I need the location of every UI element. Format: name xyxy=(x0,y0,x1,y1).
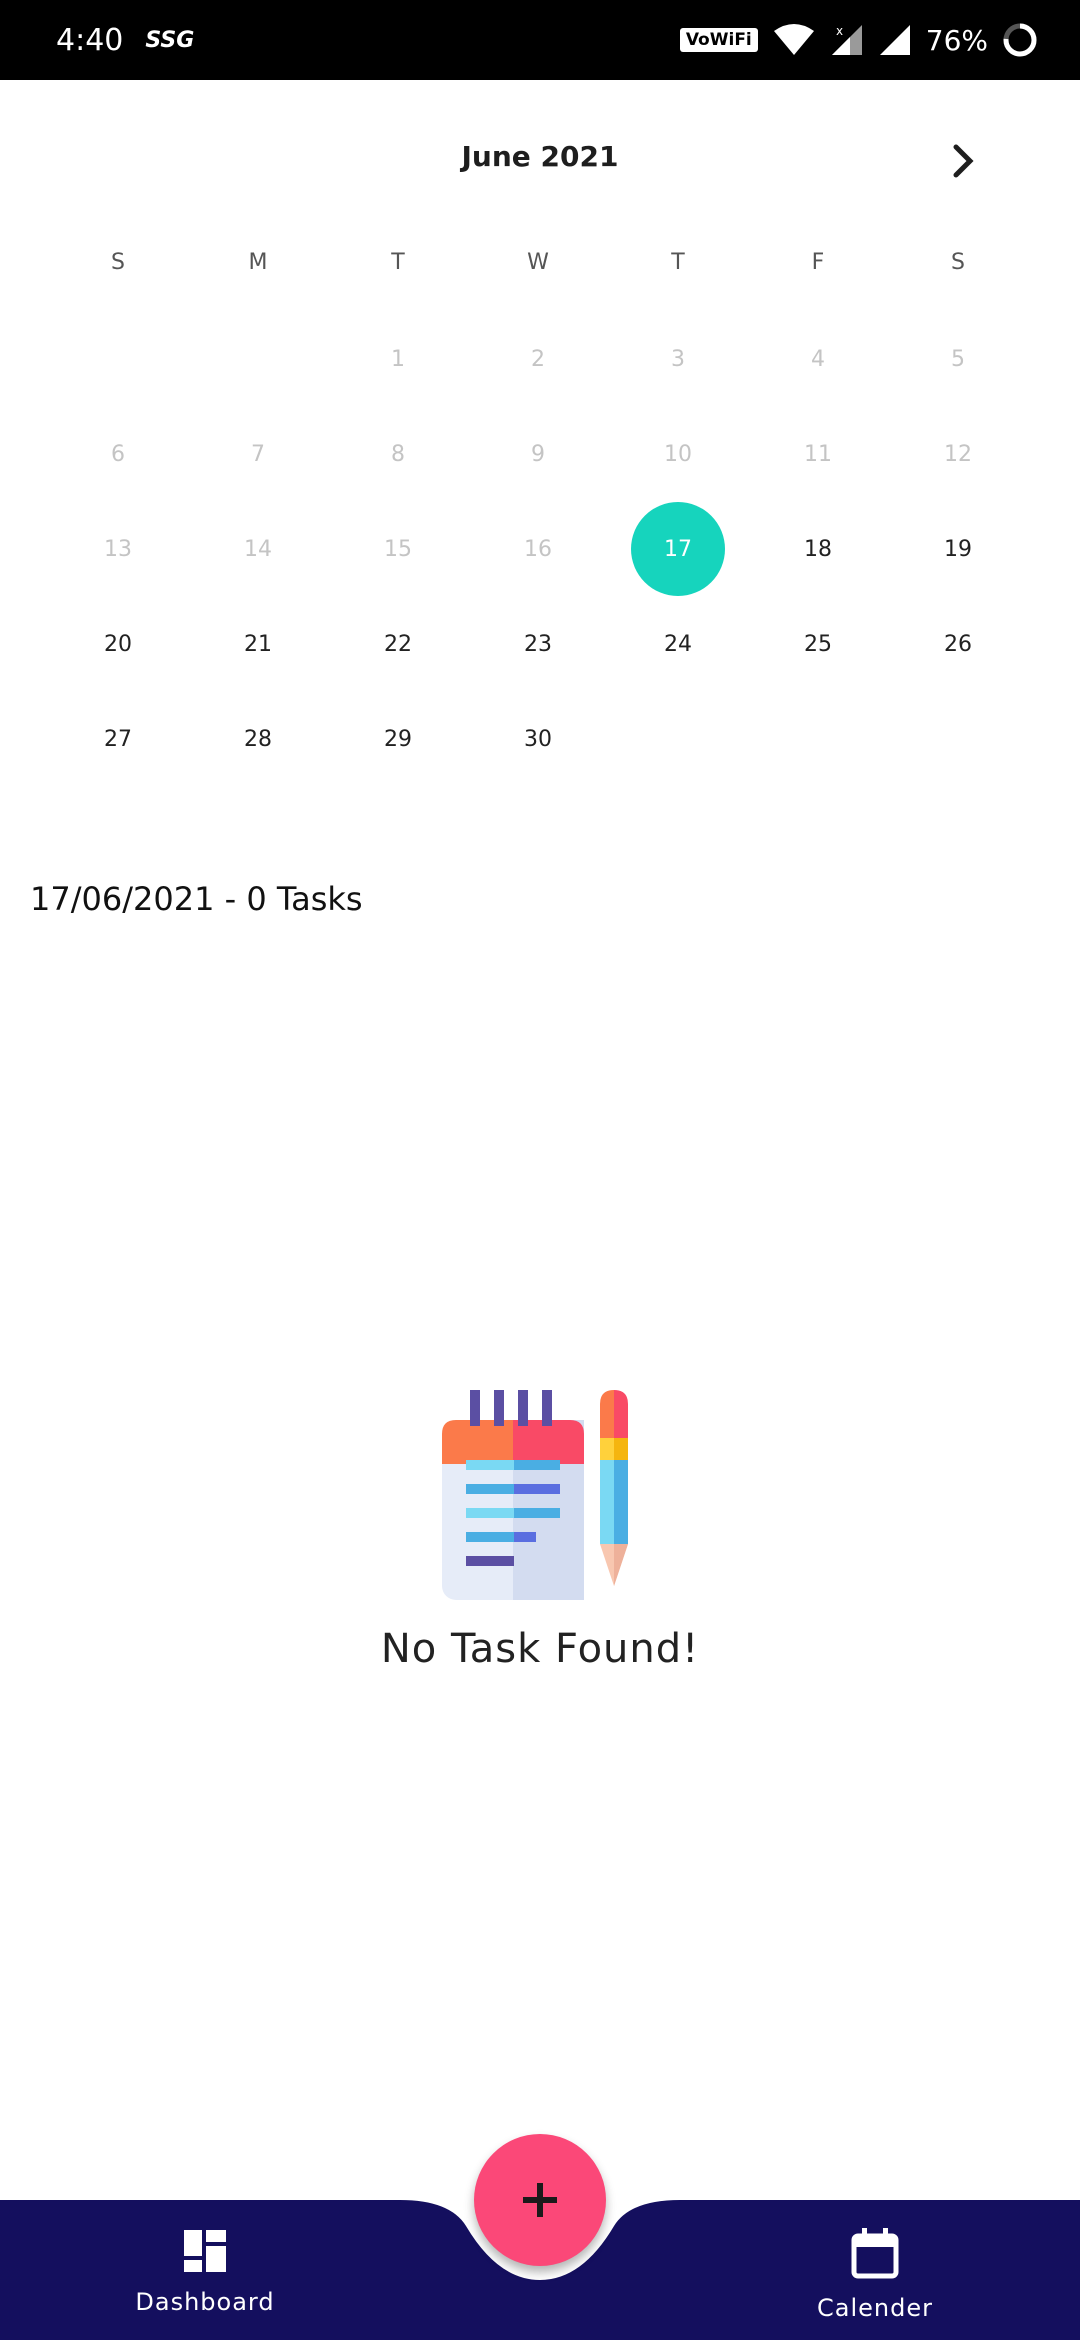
day-number: 5 xyxy=(951,347,965,372)
carrier-label: SSG xyxy=(145,27,195,53)
day-number: 29 xyxy=(384,727,412,752)
day-number: 27 xyxy=(104,727,132,752)
calendar-day[interactable]: 8 xyxy=(328,407,468,502)
nav-label-dashboard: Dashboard xyxy=(135,2288,275,2316)
weekday-label: W xyxy=(527,250,549,275)
day-number: 18 xyxy=(804,537,832,562)
calendar-day[interactable]: 10 xyxy=(608,407,748,502)
calendar-header: June 2021 xyxy=(0,80,1080,240)
dashboard-icon xyxy=(184,2230,226,2272)
weekday-label: F xyxy=(811,250,825,275)
task-summary: 17/06/2021 - 0 Tasks xyxy=(30,880,363,918)
calendar-day[interactable]: 12 xyxy=(888,407,1028,502)
calendar-day[interactable]: 3 xyxy=(608,312,748,407)
day-number: 8 xyxy=(391,442,405,467)
weekday-label: S xyxy=(111,250,125,275)
day-number: 26 xyxy=(944,632,972,657)
day-number: 12 xyxy=(944,442,972,467)
day-number: 9 xyxy=(531,442,545,467)
calendar-day[interactable]: 22 xyxy=(328,597,468,692)
app-screen: 4:40 SSG VoWiFi x 76% June 2021 S M T W … xyxy=(0,0,1080,2340)
calendar-day[interactable]: 1 xyxy=(328,312,468,407)
calendar-day[interactable]: 18 xyxy=(748,502,888,597)
day-number: 7 xyxy=(251,442,265,467)
day-number: 19 xyxy=(944,537,972,562)
day-number: 13 xyxy=(104,537,132,562)
calendar-day-selected[interactable]: 17 xyxy=(608,502,748,597)
battery-percent: 76% xyxy=(925,23,988,57)
nav-item-dashboard[interactable]: Dashboard xyxy=(75,2228,335,2338)
vowifi-badge: VoWiFi xyxy=(679,28,758,52)
month-title: June 2021 xyxy=(461,140,619,173)
calendar-day[interactable]: 11 xyxy=(748,407,888,502)
calendar-day[interactable]: 27 xyxy=(48,692,188,787)
wifi-icon xyxy=(773,24,814,55)
day-number: 22 xyxy=(384,632,412,657)
calendar-day[interactable]: 5 xyxy=(888,312,1028,407)
next-month-button[interactable] xyxy=(938,136,988,186)
calendar-day[interactable]: 9 xyxy=(468,407,608,502)
calendar-day[interactable]: 2 xyxy=(468,312,608,407)
svg-text:x: x xyxy=(836,24,843,38)
day-number: 30 xyxy=(524,727,552,752)
notepad-pencil-icon xyxy=(442,1390,628,1600)
calendar-day[interactable]: 26 xyxy=(888,597,1028,692)
nav-item-calendar[interactable]: Calender xyxy=(745,2228,1005,2338)
day-number: 15 xyxy=(384,537,412,562)
add-task-button[interactable] xyxy=(474,2134,606,2266)
day-number: 3 xyxy=(671,347,685,372)
calendar-day[interactable]: 14 xyxy=(188,502,328,597)
weekday-label: M xyxy=(248,250,268,275)
day-number: 17 xyxy=(664,537,692,562)
day-number: 23 xyxy=(524,632,552,657)
calendar-day[interactable]: 23 xyxy=(468,597,608,692)
calendar-day[interactable]: 4 xyxy=(748,312,888,407)
calendar-day[interactable]: 29 xyxy=(328,692,468,787)
battery-ring-icon xyxy=(1003,23,1037,57)
day-number: 4 xyxy=(811,347,825,372)
day-number: 25 xyxy=(804,632,832,657)
plus-icon xyxy=(523,2183,557,2217)
day-number: 20 xyxy=(104,632,132,657)
calendar-day[interactable]: 28 xyxy=(188,692,328,787)
nav-label-calendar: Calender xyxy=(817,2294,933,2322)
empty-state-message: No Task Found! xyxy=(380,1626,700,1672)
weekday-label: T xyxy=(671,250,685,275)
calendar-day[interactable]: 25 xyxy=(748,597,888,692)
day-number: 16 xyxy=(524,537,552,562)
calendar-icon xyxy=(851,2228,899,2279)
day-number: 21 xyxy=(244,632,272,657)
day-number: 2 xyxy=(531,347,545,372)
calendar-day[interactable]: 24 xyxy=(608,597,748,692)
day-number: 10 xyxy=(664,442,692,467)
calendar-day[interactable]: 7 xyxy=(188,407,328,502)
signal-icon: x xyxy=(831,24,862,55)
calendar-day[interactable]: 20 xyxy=(48,597,188,692)
calendar-day[interactable]: 16 xyxy=(468,502,608,597)
calendar-day[interactable]: 15 xyxy=(328,502,468,597)
day-number: 1 xyxy=(391,347,405,372)
day-number: 24 xyxy=(664,632,692,657)
calendar-day[interactable]: 13 xyxy=(48,502,188,597)
calendar-day[interactable]: 19 xyxy=(888,502,1028,597)
signal-icon-2 xyxy=(879,25,910,55)
weekday-row: S M T W T F S xyxy=(0,250,1080,290)
status-time: 4:40 xyxy=(56,22,124,58)
calendar-day[interactable]: 30 xyxy=(468,692,608,787)
day-number: 14 xyxy=(244,537,272,562)
chevron-right-icon xyxy=(953,144,974,178)
weekday-label: S xyxy=(951,250,965,275)
day-number: 6 xyxy=(111,442,125,467)
calendar-day[interactable]: 21 xyxy=(188,597,328,692)
calendar-day[interactable]: 6 xyxy=(48,407,188,502)
weekday-label: T xyxy=(391,250,405,275)
day-number: 28 xyxy=(244,727,272,752)
day-number: 11 xyxy=(804,442,832,467)
status-bar: 4:40 SSG VoWiFi x 76% xyxy=(0,0,1080,80)
